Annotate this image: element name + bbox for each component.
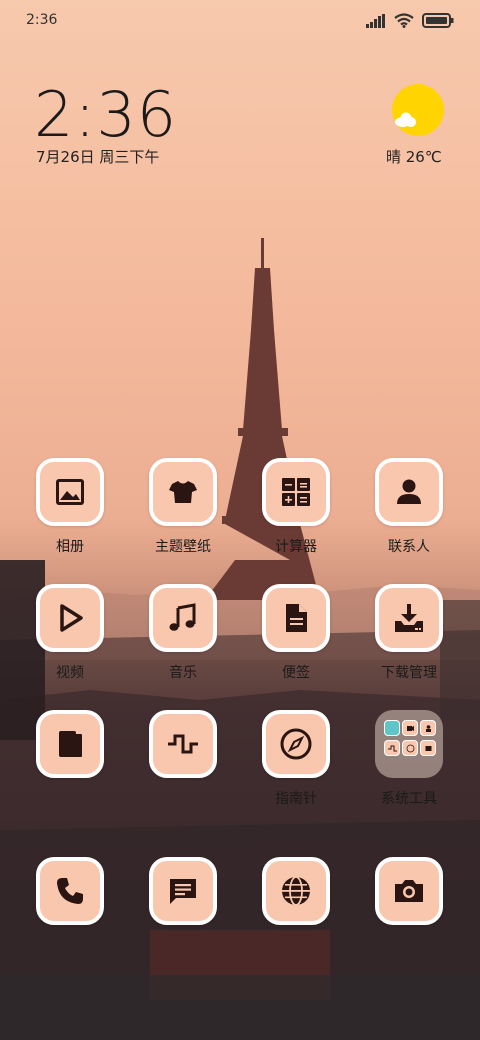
message-icon xyxy=(170,879,196,904)
dock-phone[interactable] xyxy=(24,857,116,925)
tshirt-icon xyxy=(169,481,197,503)
app-downloads[interactable]: 下载管理 xyxy=(363,584,455,682)
app-label: 系统工具 xyxy=(381,791,437,807)
app-book[interactable] xyxy=(24,710,116,788)
app-label: 音乐 xyxy=(169,665,197,681)
person-icon xyxy=(397,479,421,504)
app-label: 联系人 xyxy=(388,539,430,555)
battery-icon xyxy=(422,13,454,28)
browser-icon xyxy=(282,876,310,906)
app-label: 主题壁纸 xyxy=(155,539,211,555)
weather-text: 晴 26℃ xyxy=(386,148,442,166)
pulse-icon xyxy=(168,734,198,754)
note-icon xyxy=(286,604,307,632)
app-contacts[interactable]: 联系人 xyxy=(363,458,455,556)
folder-system-tools[interactable]: 系统工具 xyxy=(363,710,455,808)
compass-icon xyxy=(280,728,312,760)
download-icon xyxy=(395,604,423,632)
gallery-icon xyxy=(56,479,84,505)
dock-camera[interactable] xyxy=(363,857,455,925)
pulse-mini-icon xyxy=(384,740,400,756)
app-notes[interactable]: 便签 xyxy=(250,584,342,682)
app-label: 计算器 xyxy=(275,539,317,555)
app-music[interactable]: 音乐 xyxy=(137,584,229,682)
sunny-cloud-icon[interactable] xyxy=(391,84,445,138)
app-calculator[interactable]: 计算器 xyxy=(250,458,342,556)
wifi-icon xyxy=(394,13,414,28)
phone-icon xyxy=(57,878,83,904)
calculator-icon xyxy=(282,478,310,506)
app-label: 相册 xyxy=(56,539,84,555)
signal-icon xyxy=(366,13,385,28)
app-label: 便签 xyxy=(282,665,310,681)
book-icon xyxy=(59,731,82,757)
folder-icon xyxy=(375,710,443,778)
dock-browser[interactable] xyxy=(250,857,342,925)
box-mini-icon xyxy=(420,740,436,756)
app-compass[interactable]: 指南针 xyxy=(250,710,342,808)
app-label: 指南针 xyxy=(275,791,317,807)
music-icon xyxy=(169,603,196,631)
app-video[interactable]: 视频 xyxy=(24,584,116,682)
app-themes[interactable]: 主题壁纸 xyxy=(137,458,229,556)
app-label: 视频 xyxy=(56,665,84,681)
status-time: 2:36 xyxy=(26,12,58,28)
dock-messages[interactable] xyxy=(137,857,229,925)
status-bar: 2:36 xyxy=(0,10,480,32)
clock-time[interactable]: 2:36 xyxy=(34,78,177,151)
video-mini-icon xyxy=(402,720,418,736)
play-icon xyxy=(60,604,83,632)
app-label: 下载管理 xyxy=(381,665,437,681)
clock-date: 7月26日 周三下午 xyxy=(36,148,160,166)
app-mini-icon xyxy=(384,720,400,736)
camera-icon xyxy=(395,880,423,902)
phone-mini-icon xyxy=(402,740,418,756)
app-recorder[interactable] xyxy=(137,710,229,788)
app-gallery[interactable]: 相册 xyxy=(24,458,116,556)
person-mini-icon xyxy=(420,720,436,736)
